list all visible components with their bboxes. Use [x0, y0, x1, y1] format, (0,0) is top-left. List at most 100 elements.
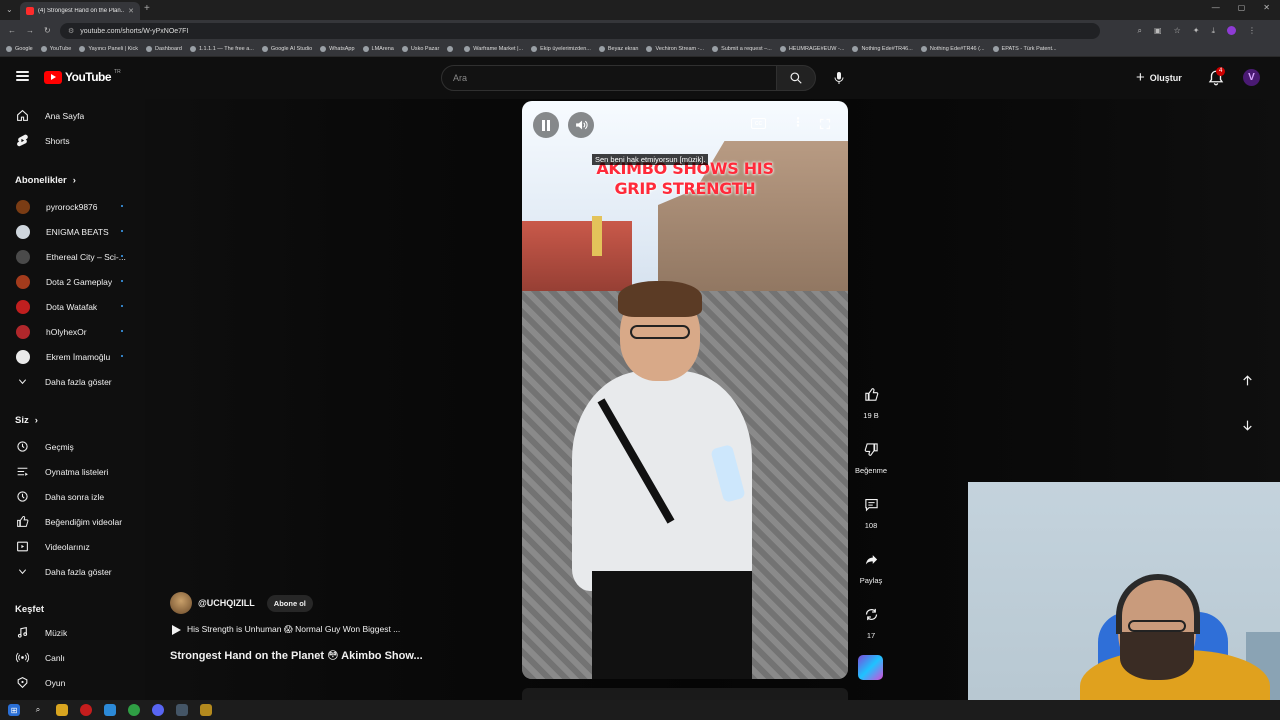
you-heading[interactable]: Siz › — [15, 415, 38, 426]
sidebar-subscription-item[interactable]: Ethereal City – Sci-... — [0, 244, 145, 269]
bookmark-item[interactable]: Warframe Market |... — [464, 46, 523, 52]
sidebar-subscription-item[interactable]: Dota Watafak — [0, 294, 145, 319]
captions-button[interactable]: CC — [751, 118, 766, 129]
dislike-button[interactable] — [857, 435, 885, 463]
youtube-logo[interactable]: YouTube TR — [44, 69, 121, 84]
sound-thumbnail[interactable] — [858, 655, 883, 680]
bookmark-item[interactable]: 1.1.1.1 — The free a... — [189, 46, 254, 52]
menu-icon[interactable] — [16, 71, 29, 81]
bookmark-item[interactable]: Vechiron Stream -... — [646, 46, 704, 52]
bookmark-item[interactable]: Yayıncı Paneli | Kick — [79, 46, 138, 52]
bookmark-item[interactable]: Usko Pazar — [401, 46, 439, 52]
channel-handle[interactable]: @UCHQIZILL — [198, 598, 255, 608]
subscribe-button[interactable]: Abone ol — [266, 594, 313, 612]
downloads-icon[interactable]: ⤓ — [1211, 26, 1215, 36]
bookmark-item[interactable]: YouTube — [40, 46, 71, 52]
sound-link[interactable]: His Strength is Unhuman 😱 Normal Guy Won… — [172, 624, 400, 635]
show-more-subscriptions[interactable]: Daha fazla göster — [0, 369, 145, 394]
like-button[interactable] — [857, 380, 885, 408]
profile-icon[interactable] — [1227, 26, 1236, 35]
maximize-icon[interactable]: ▢ — [1238, 3, 1246, 12]
remix-button[interactable] — [857, 600, 885, 628]
more-options-icon[interactable]: ⋮ — [792, 116, 804, 128]
bookmark-item[interactable]: Nothing Ede#TR46... — [852, 46, 913, 52]
tab-title: (4) Strongest Hand on the Plan... — [38, 8, 125, 14]
sidebar-subscription-item[interactable]: Dota 2 Gameplay — [0, 269, 145, 294]
bookmark-item[interactable]: Ekip üyelerimizden... — [531, 46, 591, 52]
voice-search-button[interactable] — [826, 65, 852, 91]
sidebar-item-watch-later[interactable]: Daha sonra izle — [0, 484, 145, 509]
tab-search-icon[interactable]: ⌄ — [6, 5, 16, 15]
bookmark-star-icon[interactable]: ☆ — [1174, 26, 1181, 36]
forward-icon[interactable]: → — [26, 26, 34, 35]
bookmark-item[interactable]: WhatsApp — [320, 46, 355, 52]
folder-icon[interactable] — [200, 704, 212, 716]
new-tab-icon[interactable]: + — [144, 3, 150, 14]
sidebar-item-your-videos[interactable]: Videolarınız — [0, 534, 145, 559]
opera-icon[interactable] — [80, 704, 92, 716]
os-taskbar: ⊞ ⌕ — [0, 700, 1280, 720]
create-button[interactable]: + Oluştur — [1136, 67, 1182, 89]
sidebar-item-shorts[interactable]: Shorts — [0, 128, 145, 153]
bookmark-item[interactable]: Submit a request –... — [712, 46, 772, 52]
minimize-icon[interactable]: — — [1212, 3, 1220, 12]
bookmark-item[interactable]: LMArena — [362, 46, 394, 52]
sidebar-item-gaming[interactable]: Oyun — [0, 670, 145, 695]
discord-icon[interactable] — [152, 704, 164, 716]
sidebar-item-liked-videos[interactable]: Beğendiğim videolar — [0, 509, 145, 534]
shorts-video-player[interactable]: AKIMBO SHOWS HIS GRIP STRENGTH Sen beni … — [522, 101, 848, 679]
volume-button[interactable] — [568, 112, 594, 138]
windows-start-icon[interactable]: ⊞ — [8, 704, 20, 716]
previous-short-button[interactable] — [1235, 368, 1259, 392]
sidebar-subscription-item[interactable]: pyrorock9876 — [0, 194, 145, 219]
sidebar-subscription-item[interactable]: Ekrem İmamoğlu — [0, 344, 145, 369]
show-more-you[interactable]: Daha fazla göster — [0, 559, 145, 584]
zoom-icon[interactable]: ⌕ — [1138, 26, 1142, 36]
taskbar-search-icon[interactable]: ⌕ — [32, 704, 44, 716]
extensions-icon[interactable]: ✦ — [1193, 26, 1200, 36]
address-bar[interactable]: ⚙ youtube.com/shorts/W-yPxNOe7FI — [60, 23, 1100, 39]
file-explorer-icon[interactable] — [56, 704, 68, 716]
close-window-icon[interactable]: ✕ — [1263, 3, 1270, 12]
bookmark-item[interactable]: Nothing Ede#TR46 (... — [920, 46, 985, 52]
bookmark-item[interactable]: Beyaz ekran — [598, 46, 638, 52]
back-icon[interactable]: ← — [8, 26, 16, 35]
account-avatar[interactable]: V — [1243, 69, 1260, 86]
sidebar-subscription-item[interactable]: hOlyhexOr — [0, 319, 145, 344]
browser-tab[interactable]: (4) Strongest Hand on the Plan... ✕ — [20, 2, 140, 20]
fullscreen-icon[interactable] — [819, 118, 831, 130]
thumbs-up-icon — [864, 387, 878, 401]
next-short-preview[interactable] — [522, 688, 848, 700]
sidebar-item-playlists[interactable]: Oynatma listeleri — [0, 459, 145, 484]
bookmark-item[interactable]: Google — [6, 46, 33, 52]
site-info-icon[interactable]: ⚙ — [68, 27, 74, 35]
share-button[interactable] — [857, 545, 885, 573]
bookmark-item[interactable]: HEUMRAGE#EUW -... — [779, 46, 844, 52]
subscription-avatar — [16, 349, 30, 364]
next-short-button[interactable] — [1235, 413, 1259, 437]
chrome-icon[interactable] — [128, 704, 140, 716]
subscription-label: Dota Watafak — [46, 301, 98, 312]
bookmark-item[interactable]: EPATS - Türk Patent... — [992, 46, 1057, 52]
browser-menu-icon[interactable]: ⋮ — [1248, 26, 1256, 36]
install-icon[interactable]: ▣ — [1154, 26, 1162, 36]
sidebar-item-live[interactable]: Canlı — [0, 645, 145, 670]
video-title[interactable]: Strongest Hand on the Planet 😳 Akimbo Sh… — [170, 649, 423, 662]
pause-button[interactable] — [533, 112, 559, 138]
search-input[interactable]: Ara — [441, 65, 777, 91]
sidebar-item-music[interactable]: Müzik — [0, 620, 145, 645]
app-icon[interactable] — [104, 704, 116, 716]
comments-button[interactable] — [857, 490, 885, 518]
bookmark-item[interactable] — [447, 46, 456, 52]
channel-avatar[interactable] — [170, 592, 192, 614]
bookmark-item[interactable]: Dashboard — [146, 46, 182, 52]
tab-close-icon[interactable]: ✕ — [128, 7, 134, 15]
reload-icon[interactable]: ↻ — [44, 26, 51, 35]
steam-icon[interactable] — [176, 704, 188, 716]
search-button[interactable] — [776, 65, 816, 91]
subscriptions-heading[interactable]: Abonelikler › — [15, 175, 76, 186]
sidebar-subscription-item[interactable]: ENIGMA BEATS — [0, 219, 145, 244]
bookmark-item[interactable]: Google AI Studio — [261, 46, 312, 52]
sidebar-item-history[interactable]: Geçmiş — [0, 434, 145, 459]
sidebar-item-home[interactable]: Ana Sayfa — [0, 103, 145, 128]
